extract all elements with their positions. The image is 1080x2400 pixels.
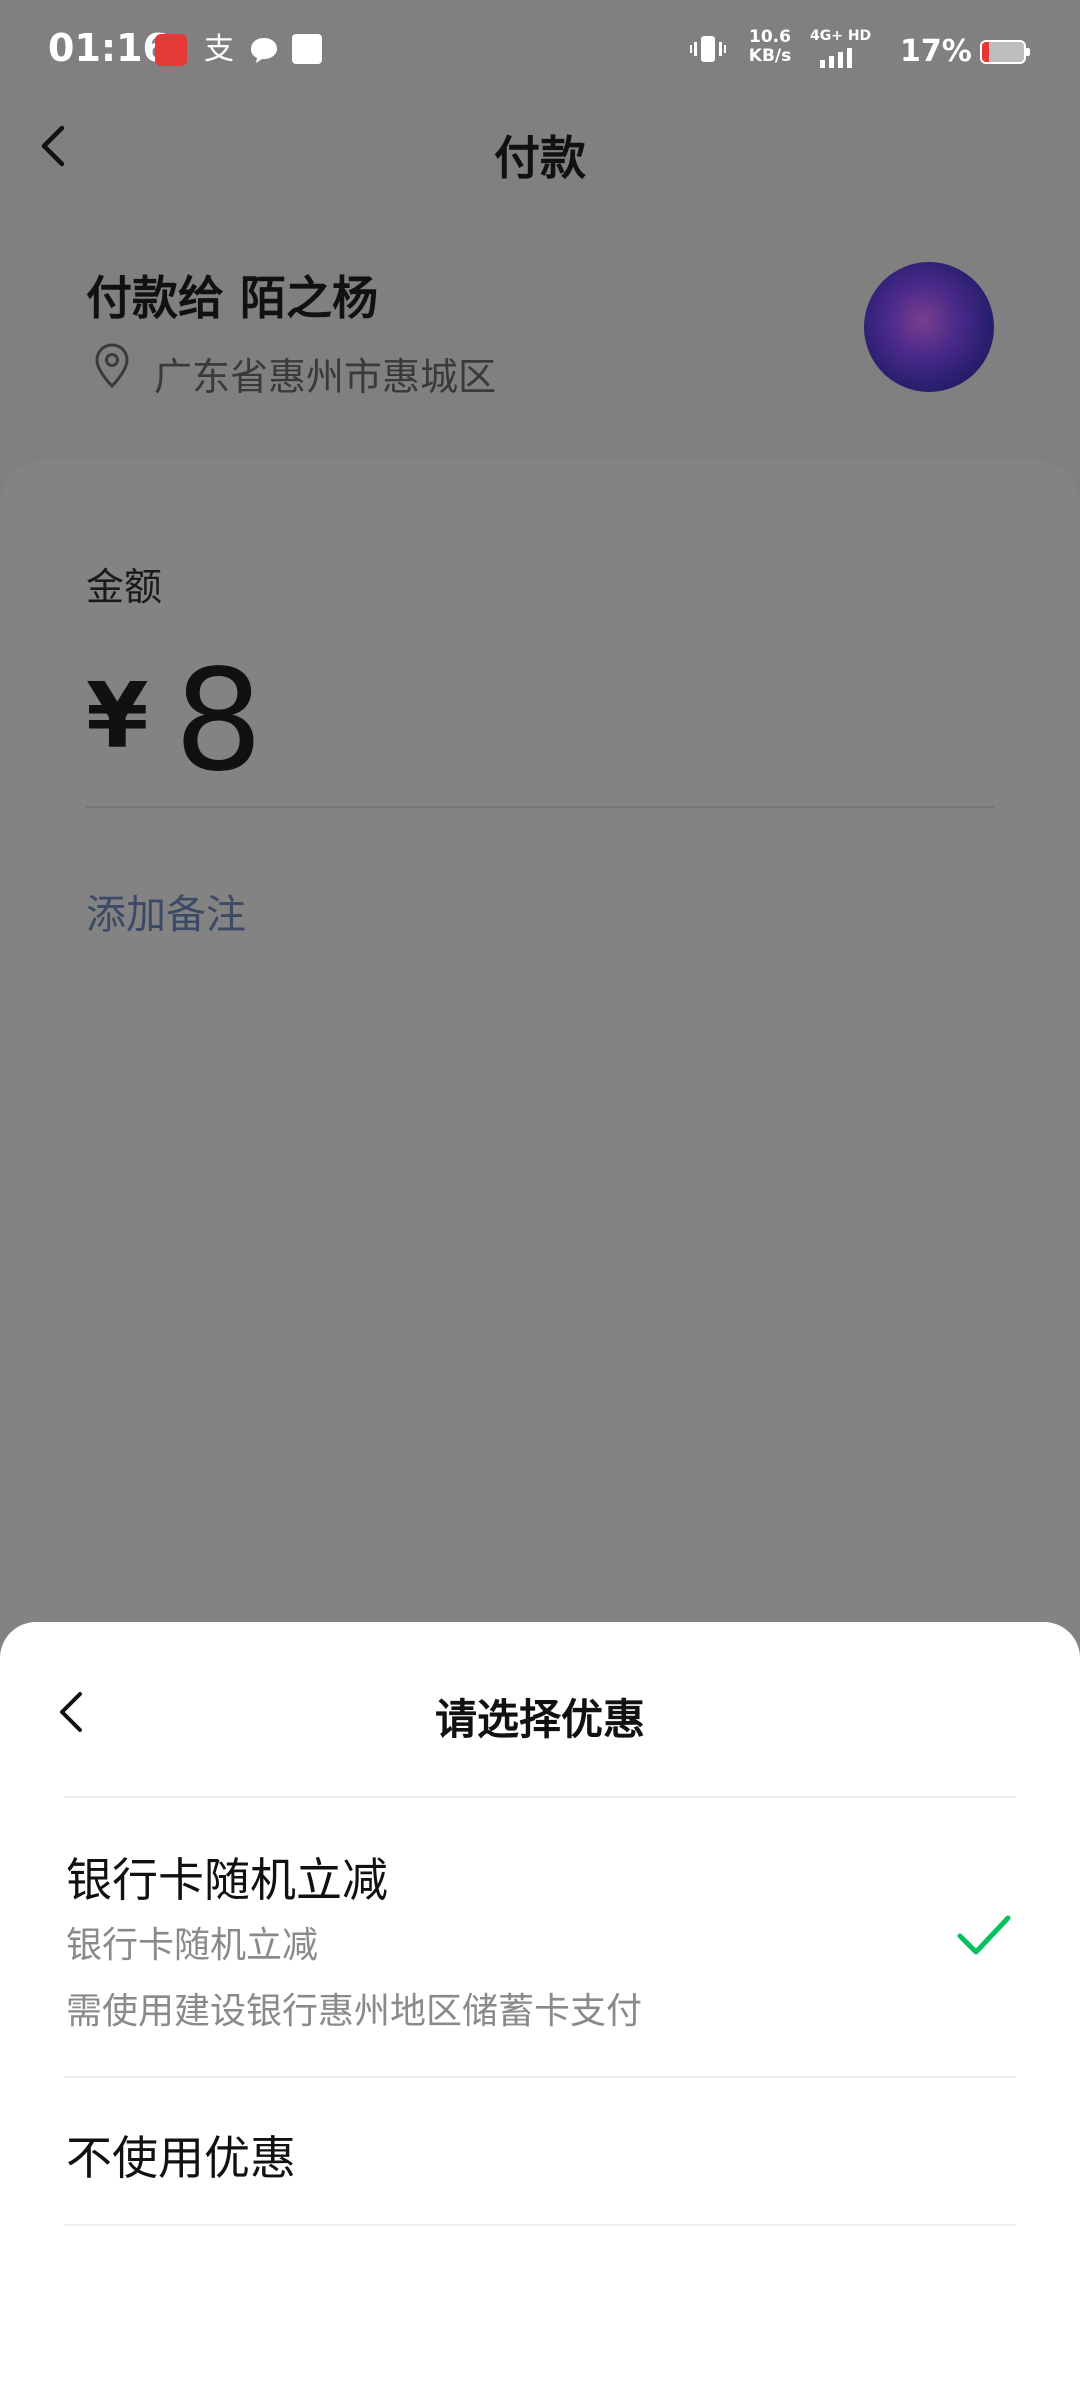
status-bar: 01:16 支 10.6 KB/s 4G+ HD 17% [0,0,1080,100]
square-app-icon [292,34,322,64]
amount-divider [86,806,994,808]
add-remark-link[interactable]: 添加备注 [86,882,246,940]
location-pin-icon [95,343,129,389]
app-red-icon [155,34,187,66]
option-subtitle: 银行卡随机立减 [66,1925,319,1966]
battery-percent: 17% [900,34,972,69]
network-type: 4G+ HD [810,28,872,44]
option-description: 需使用建设银行惠州地区储蓄卡支付 [66,1991,643,2032]
check-icon [957,1915,1011,1955]
speed-unit: KB/s [748,46,792,66]
network-speed: 10.6 KB/s [740,28,800,66]
status-right-group: 10.6 KB/s 4G+ HD 17% [690,26,1080,76]
divider [64,2076,1016,2078]
alipay-icon: 支 [204,32,234,67]
option-title: 银行卡随机立减 [66,1853,388,1907]
avatar[interactable] [864,262,994,392]
signal-icon [820,48,852,68]
divider [64,2224,1016,2226]
divider [64,1796,1016,1798]
option-title: 不使用优惠 [66,2131,296,2185]
currency-symbol: ¥ [86,664,149,769]
battery-icon [980,40,1030,64]
discount-sheet: 请选择优惠 银行卡随机立减 银行卡随机立减 需使用建设银行惠州地区储蓄卡支付 不… [0,1622,1080,2400]
amount-card [0,460,1080,1660]
speed-value: 10.6 [749,27,791,47]
vibrate-icon [690,36,726,62]
amount-label: 金额 [86,565,163,609]
sheet-title: 请选择优惠 [434,1695,645,1744]
page-title: 付款 [494,131,586,185]
payee-location: 广东省惠州市惠城区 [154,355,497,399]
status-time: 01:16 [48,26,169,70]
message-icon [251,38,277,63]
payee-name: 付款给 陌之杨 [86,271,379,325]
amount-value[interactable]: 8 [174,640,263,803]
